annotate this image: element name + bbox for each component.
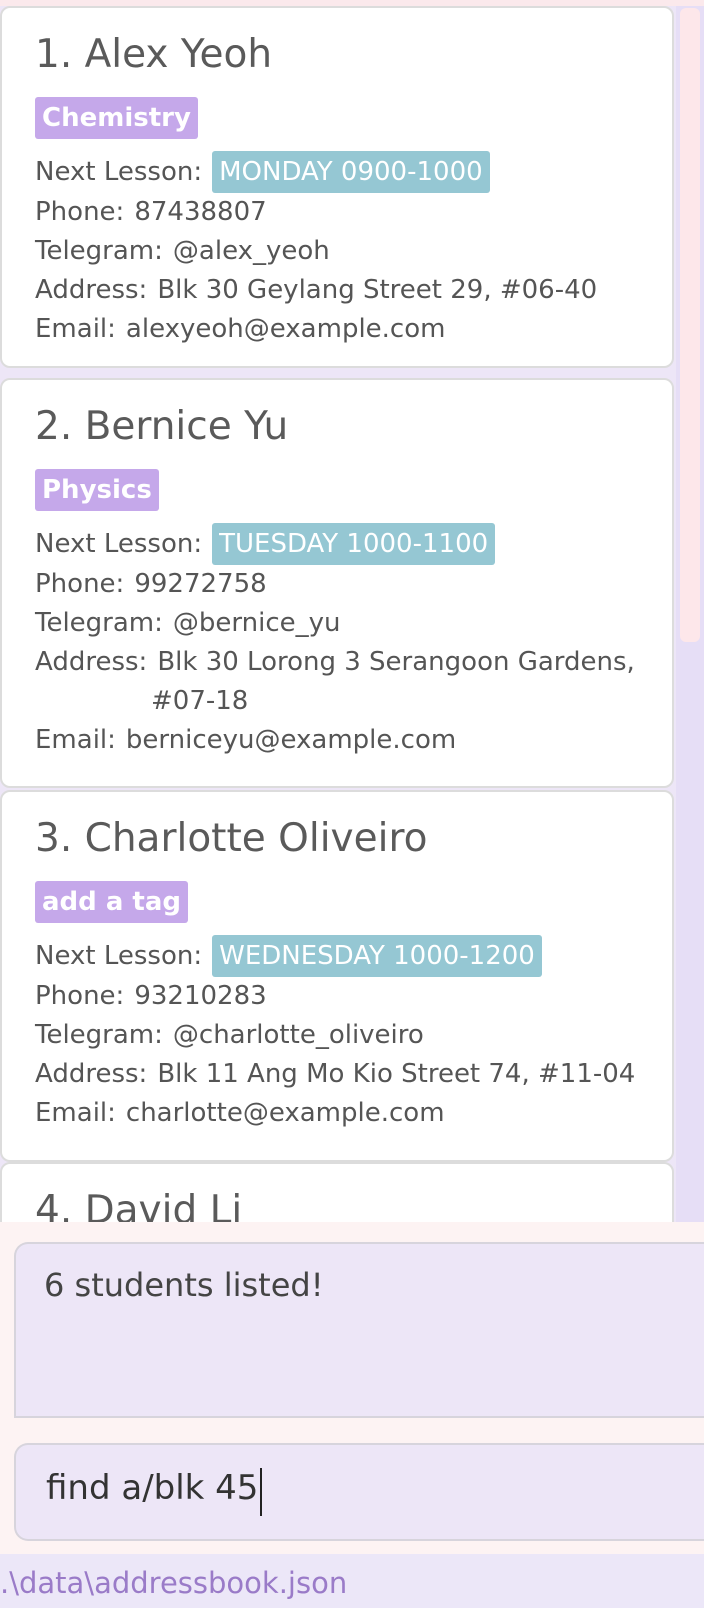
telegram-label: Telegram: xyxy=(35,608,163,638)
address-label: Address: xyxy=(35,275,148,305)
phone-value: 99272758 xyxy=(134,569,267,599)
subject-tag: Physics xyxy=(35,469,159,511)
address-value: Blk 30 Lorong 3 Serangoon Gardens, xyxy=(157,647,635,677)
telegram-label: Telegram: xyxy=(35,236,163,266)
telegram-row: Telegram: @charlotte_oliveiro xyxy=(35,1017,424,1053)
student-card[interactable]: 4. David Li xyxy=(0,1162,674,1222)
next-lesson-label: Next Lesson: xyxy=(35,156,203,187)
email-label: Email: xyxy=(35,314,116,344)
phone-value: 87438807 xyxy=(134,197,267,227)
phone-row: Phone: 93210283 xyxy=(35,978,267,1014)
command-input[interactable] xyxy=(46,1468,666,1508)
student-name: 2. Bernice Yu xyxy=(35,404,289,449)
email-row: Email: alexyeoh@example.com xyxy=(35,311,445,347)
email-row: Email: berniceyu@example.com xyxy=(35,722,456,758)
text-cursor xyxy=(260,1468,263,1516)
address-label: Address: xyxy=(35,1059,148,1089)
student-name: 1. Alex Yeoh xyxy=(35,32,273,77)
next-lesson-label: Next Lesson: xyxy=(35,940,203,971)
phone-label: Phone: xyxy=(35,197,125,227)
next-lesson-row: Next Lesson: WEDNESDAY 1000-1200 xyxy=(35,935,542,977)
telegram-value: @charlotte_oliveiro xyxy=(172,1020,424,1050)
address-row: Address: Blk 30 Geylang Street 29, #06-40 xyxy=(35,272,597,308)
email-row: Email: charlotte@example.com xyxy=(35,1095,445,1131)
phone-row: Phone: 99272758 xyxy=(35,566,267,602)
address-value: Blk 30 Geylang Street 29, #06-40 xyxy=(157,275,598,305)
address-label: Address: xyxy=(35,647,148,677)
email-value: berniceyu@example.com xyxy=(125,725,457,755)
next-lesson-badge: MONDAY 0900-1000 xyxy=(212,151,490,193)
email-value: charlotte@example.com xyxy=(125,1098,445,1128)
next-lesson-label: Next Lesson: xyxy=(35,528,203,559)
telegram-value: @alex_yeoh xyxy=(172,236,330,266)
telegram-value: @bernice_yu xyxy=(172,608,341,638)
scrollbar-thumb[interactable] xyxy=(680,8,700,642)
student-list-panel[interactable]: 1. Alex Yeoh Chemistry Next Lesson: MONDA… xyxy=(0,0,704,1222)
telegram-row: Telegram: @bernice_yu xyxy=(35,605,341,641)
address-row: Address: Blk 11 Ang Mo Kio Street 74, #11… xyxy=(35,1056,635,1092)
email-label: Email: xyxy=(35,1098,116,1128)
next-lesson-row: Next Lesson: MONDAY 0900-1000 xyxy=(35,151,490,193)
phone-row: Phone: 87438807 xyxy=(35,194,267,230)
student-name: 3. Charlotte Oliveiro xyxy=(35,816,428,861)
phone-value: 93210283 xyxy=(134,981,267,1011)
phone-label: Phone: xyxy=(35,569,125,599)
add-tag-button[interactable]: add a tag xyxy=(35,881,189,923)
result-message: 6 students listed! xyxy=(44,1266,324,1304)
next-lesson-badge: WEDNESDAY 1000-1200 xyxy=(212,935,542,977)
email-label: Email: xyxy=(35,725,116,755)
student-card[interactable]: 2. Bernice Yu Physics Next Lesson: TUESDA… xyxy=(0,378,674,788)
telegram-row: Telegram: @alex_yeoh xyxy=(35,233,330,269)
student-card[interactable]: 1. Alex Yeoh Chemistry Next Lesson: MONDA… xyxy=(0,6,674,368)
student-name: 4. David Li xyxy=(35,1188,243,1222)
phone-label: Phone: xyxy=(35,981,125,1011)
save-file-path: .\data\addressbook.json xyxy=(0,1566,348,1600)
next-lesson-badge: TUESDAY 1000-1100 xyxy=(212,523,496,565)
telegram-label: Telegram: xyxy=(35,1020,163,1050)
student-card[interactable]: 3. Charlotte Oliveiro add a tag Next Les… xyxy=(0,790,674,1162)
address-line2: #07-18 xyxy=(151,686,249,716)
next-lesson-row: Next Lesson: TUESDAY 1000-1100 xyxy=(35,523,496,565)
email-value: alexyeoh@example.com xyxy=(125,314,446,344)
address-value: Blk 11 Ang Mo Kio Street 74, #11-04 xyxy=(157,1059,636,1089)
subject-tag: Chemistry xyxy=(35,97,198,139)
address-row: Address: Blk 30 Lorong 3 Serangoon Garden… xyxy=(35,644,635,680)
